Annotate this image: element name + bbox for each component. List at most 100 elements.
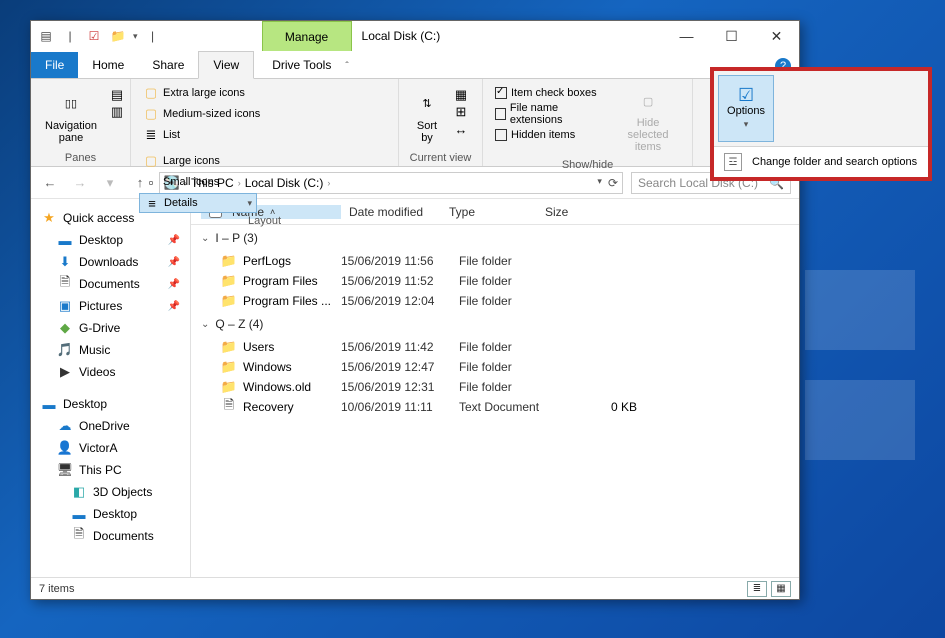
column-type[interactable]: Type bbox=[441, 205, 537, 219]
view-large-icon[interactable]: ▦ bbox=[771, 581, 791, 597]
explorer-window: ▤ | ☑ 📁 ▾ | Manage Local Disk (C:) — ☐ ✕… bbox=[30, 20, 800, 600]
sidebar-3d-objects[interactable]: ◧3D Objects bbox=[35, 481, 186, 503]
file-type: File folder bbox=[459, 254, 569, 268]
file-row[interactable]: 📁Program Files15/06/2019 11:52File folde… bbox=[191, 271, 799, 291]
close-button[interactable]: ✕ bbox=[754, 21, 799, 51]
file-group-header[interactable]: ⌄I – P (3) bbox=[191, 225, 799, 251]
user-icon: 👤 bbox=[57, 440, 73, 456]
minimize-button[interactable]: — bbox=[664, 21, 709, 51]
sidebar-gdrive[interactable]: ◆G-Drive bbox=[35, 317, 186, 339]
qat-properties-icon[interactable]: ▤ bbox=[37, 27, 55, 45]
change-folder-options[interactable]: ☲ Change folder and search options bbox=[714, 146, 928, 177]
qat-checkbox-icon[interactable]: ☑ bbox=[85, 27, 103, 45]
file-row[interactable]: 📁Windows15/06/2019 12:47File folder bbox=[191, 357, 799, 377]
cube-icon: ◧ bbox=[71, 484, 87, 500]
ribbon-collapse-icon[interactable]: ˆ bbox=[345, 61, 348, 72]
pictures-icon: ▣ bbox=[57, 298, 73, 314]
qat-overflow-icon[interactable]: ▾ bbox=[133, 31, 138, 42]
file-list[interactable]: ⌄I – P (3)📁PerfLogs15/06/2019 11:56File … bbox=[191, 225, 799, 577]
navigation-pane-icon: ▯▯ bbox=[57, 90, 85, 118]
file-row[interactable]: 📁Users15/06/2019 11:42File folder bbox=[191, 337, 799, 357]
group-panes-label: Panes bbox=[39, 150, 122, 164]
tab-file[interactable]: File bbox=[31, 52, 78, 78]
sidebar-videos[interactable]: ▶Videos bbox=[35, 361, 186, 383]
file-date: 15/06/2019 12:04 bbox=[341, 294, 451, 308]
layout-med-icon: ▢ bbox=[143, 106, 159, 122]
recent-locations-icon[interactable]: ▾ bbox=[99, 172, 121, 194]
tab-view[interactable]: View bbox=[198, 51, 254, 79]
status-bar: 7 items ≣ ▦ bbox=[31, 577, 799, 599]
size-columns-icon[interactable]: ↔ bbox=[453, 121, 469, 137]
address-dropdown-icon[interactable]: ▾ bbox=[597, 176, 602, 190]
file-row[interactable]: 📁Program Files ...15/06/2019 12:04File f… bbox=[191, 291, 799, 311]
downloads-icon: ⬇ bbox=[57, 254, 73, 270]
group-current-view-label: Current view bbox=[407, 150, 474, 164]
layout-details[interactable]: ≡Details▾ bbox=[139, 193, 257, 213]
file-date: 15/06/2019 11:42 bbox=[341, 340, 451, 354]
file-icon: 🗎 bbox=[221, 399, 237, 415]
sidebar-documents-3[interactable]: 🗎Documents bbox=[35, 525, 186, 547]
add-columns-icon[interactable]: ⊞ bbox=[453, 104, 469, 120]
sort-by-button[interactable]: ⇅ Sort by bbox=[407, 83, 447, 150]
sidebar-desktop[interactable]: ▬Desktop📌 bbox=[35, 229, 186, 251]
chevron-down-icon: ⌄ bbox=[201, 233, 209, 244]
options-button[interactable]: ☑ Options ▾ bbox=[718, 75, 774, 142]
refresh-icon[interactable]: ⟳ bbox=[608, 176, 618, 190]
file-date: 10/06/2019 11:11 bbox=[341, 400, 451, 414]
file-type: File folder bbox=[459, 294, 569, 308]
pin-icon: 📌 bbox=[168, 279, 180, 290]
group-layout-label: Layout bbox=[139, 213, 390, 227]
layout-medium[interactable]: ▢Medium-sized icons bbox=[139, 104, 267, 124]
navigation-pane[interactable]: ★Quick access ▬Desktop📌 ⬇Downloads📌 🗎Doc… bbox=[31, 199, 191, 577]
star-icon: ★ bbox=[41, 210, 57, 226]
folder-icon: 📁 bbox=[221, 253, 237, 269]
file-name: Windows bbox=[243, 360, 292, 374]
column-size[interactable]: Size bbox=[537, 205, 597, 219]
gdrive-icon: ◆ bbox=[57, 320, 73, 336]
file-date: 15/06/2019 12:47 bbox=[341, 360, 451, 374]
file-group-header[interactable]: ⌄Q – Z (4) bbox=[191, 311, 799, 337]
layout-dropdown-icon[interactable]: ▾ bbox=[247, 198, 252, 209]
navigation-pane-label: Navigation pane bbox=[45, 120, 97, 144]
sidebar-desktop-3[interactable]: ▬Desktop bbox=[35, 503, 186, 525]
layout-large[interactable]: ▢Large icons bbox=[139, 151, 257, 171]
sidebar-onedrive[interactable]: ☁OneDrive bbox=[35, 415, 186, 437]
hide-selected-items[interactable]: ▢ Hide selected items bbox=[612, 83, 684, 157]
sidebar-downloads[interactable]: ⬇Downloads📌 bbox=[35, 251, 186, 273]
tab-drive-tools[interactable]: Drive Tools bbox=[258, 52, 345, 78]
view-details-icon[interactable]: ≣ bbox=[747, 581, 767, 597]
group-by-icon[interactable]: ▦ bbox=[453, 87, 469, 103]
folder-options-icon: ☲ bbox=[724, 153, 742, 171]
sidebar-this-pc[interactable]: 🖥This PC bbox=[35, 459, 186, 481]
checkbox-off-icon bbox=[495, 108, 506, 120]
layout-list[interactable]: ≣List bbox=[139, 125, 267, 145]
layout-small[interactable]: ▫Small icons bbox=[139, 172, 257, 192]
item-check-boxes[interactable]: Item check boxes bbox=[491, 83, 606, 103]
documents-icon: 🗎 bbox=[57, 276, 73, 292]
file-row[interactable]: 📁Windows.old15/06/2019 12:31File folder bbox=[191, 377, 799, 397]
tab-home[interactable]: Home bbox=[78, 52, 138, 78]
sidebar-documents[interactable]: 🗎Documents📌 bbox=[35, 273, 186, 295]
ribbon-view: ▯▯ Navigation pane ▤ ▥ Panes ▢Extra larg… bbox=[31, 79, 799, 167]
file-name-extensions[interactable]: File name extensions bbox=[491, 104, 606, 124]
sidebar-user[interactable]: 👤VictorA bbox=[35, 437, 186, 459]
preview-pane-icon[interactable]: ▤ bbox=[109, 87, 125, 103]
qat-folder-icon[interactable]: 📁 bbox=[109, 27, 127, 45]
forward-button[interactable]: → bbox=[69, 172, 91, 194]
layout-extra-large[interactable]: ▢Extra large icons bbox=[139, 83, 267, 103]
back-button[interactable]: ← bbox=[39, 172, 61, 194]
maximize-button[interactable]: ☐ bbox=[709, 21, 754, 51]
file-row[interactable]: 📁PerfLogs15/06/2019 11:56File folder bbox=[191, 251, 799, 271]
sidebar-desktop-root[interactable]: ▬Desktop bbox=[35, 393, 186, 415]
sidebar-music[interactable]: 🎵Music bbox=[35, 339, 186, 361]
details-pane-icon[interactable]: ▥ bbox=[109, 104, 125, 120]
hidden-items[interactable]: Hidden items bbox=[491, 125, 606, 145]
file-type: File folder bbox=[459, 274, 569, 288]
contextual-tab-manage[interactable]: Manage bbox=[262, 21, 352, 51]
file-row[interactable]: 🗎Recovery10/06/2019 11:11Text Document0 … bbox=[191, 397, 799, 417]
desktop-icon: ▬ bbox=[57, 232, 73, 248]
layout-list-icon: ≣ bbox=[143, 127, 159, 143]
navigation-pane-button[interactable]: ▯▯ Navigation pane bbox=[39, 83, 103, 150]
tab-share[interactable]: Share bbox=[138, 52, 198, 78]
sidebar-pictures[interactable]: ▣Pictures📌 bbox=[35, 295, 186, 317]
